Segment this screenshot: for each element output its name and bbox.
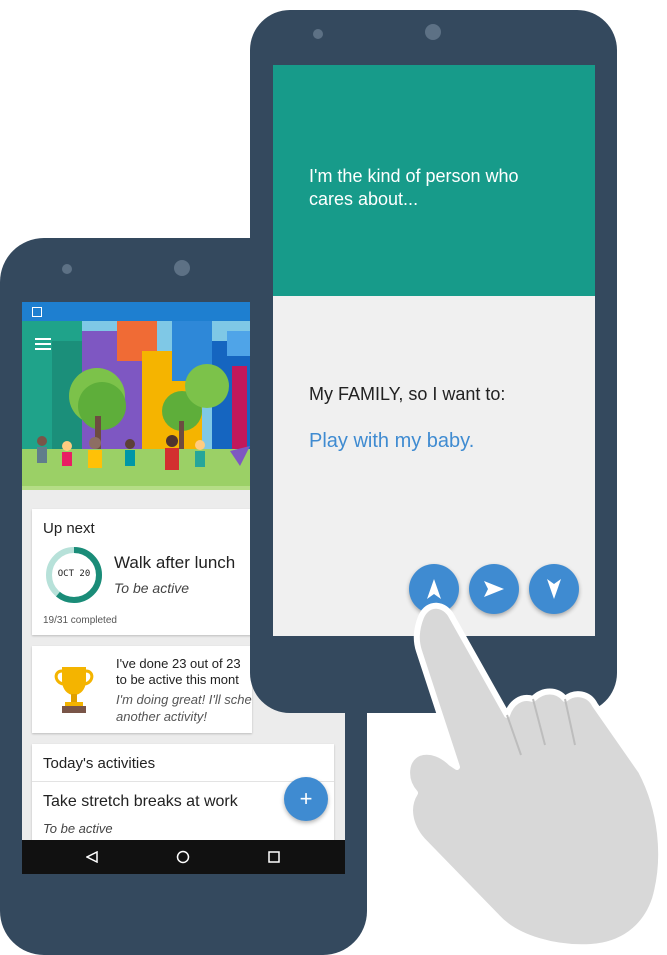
date-badge: OCT 20 [57,569,91,579]
front-camera [425,24,441,40]
activity-goal: To be active [114,580,189,596]
prompt-text: I'm the kind of person who cares about..… [309,166,519,209]
hamburger-menu-icon[interactable] [35,338,51,350]
achievement-card[interactable]: I've done 23 out of 23 to be active this… [32,646,252,733]
up-next-heading: Up next [43,520,95,537]
selected-answer[interactable]: Play with my baby. [309,430,474,453]
recents-icon[interactable] [268,851,280,863]
prompt-panel: I'm the kind of person who cares about..… [273,65,595,296]
activity-item-goal: To be active [43,821,113,836]
todays-activities-heading: Today's activities [43,755,156,772]
completed-count: 19/31 completed [43,615,117,626]
divider [32,781,334,782]
home-icon[interactable] [176,850,190,864]
speaker-dot [62,264,72,274]
statement-text: My FAMILY, so I want to: [309,384,506,404]
add-activity-button[interactable]: + [284,777,328,821]
achievement-line2: to be active this mont [116,672,239,687]
speaker-dot [313,29,323,39]
trophy-icon [54,667,94,713]
up-next-card[interactable]: Up next OCT 20 Walk after lunch To be ac… [32,509,252,635]
achievement-line4: another activity! [116,709,208,724]
front-camera [174,260,190,276]
achievement-line3: I'm doing great! I'll sche [116,692,252,707]
pointing-hand-illustration [404,602,665,951]
achievement-line1: I've done 23 out of 23 [116,656,241,671]
back-icon[interactable] [86,851,98,863]
activity-item-title[interactable]: Take stretch breaks at work [43,793,238,811]
front-phone-screen: I'm the kind of person who cares about..… [273,65,595,636]
navigation-bar [22,840,345,874]
notification-icon [32,307,42,317]
activity-title: Walk after lunch [114,553,236,572]
